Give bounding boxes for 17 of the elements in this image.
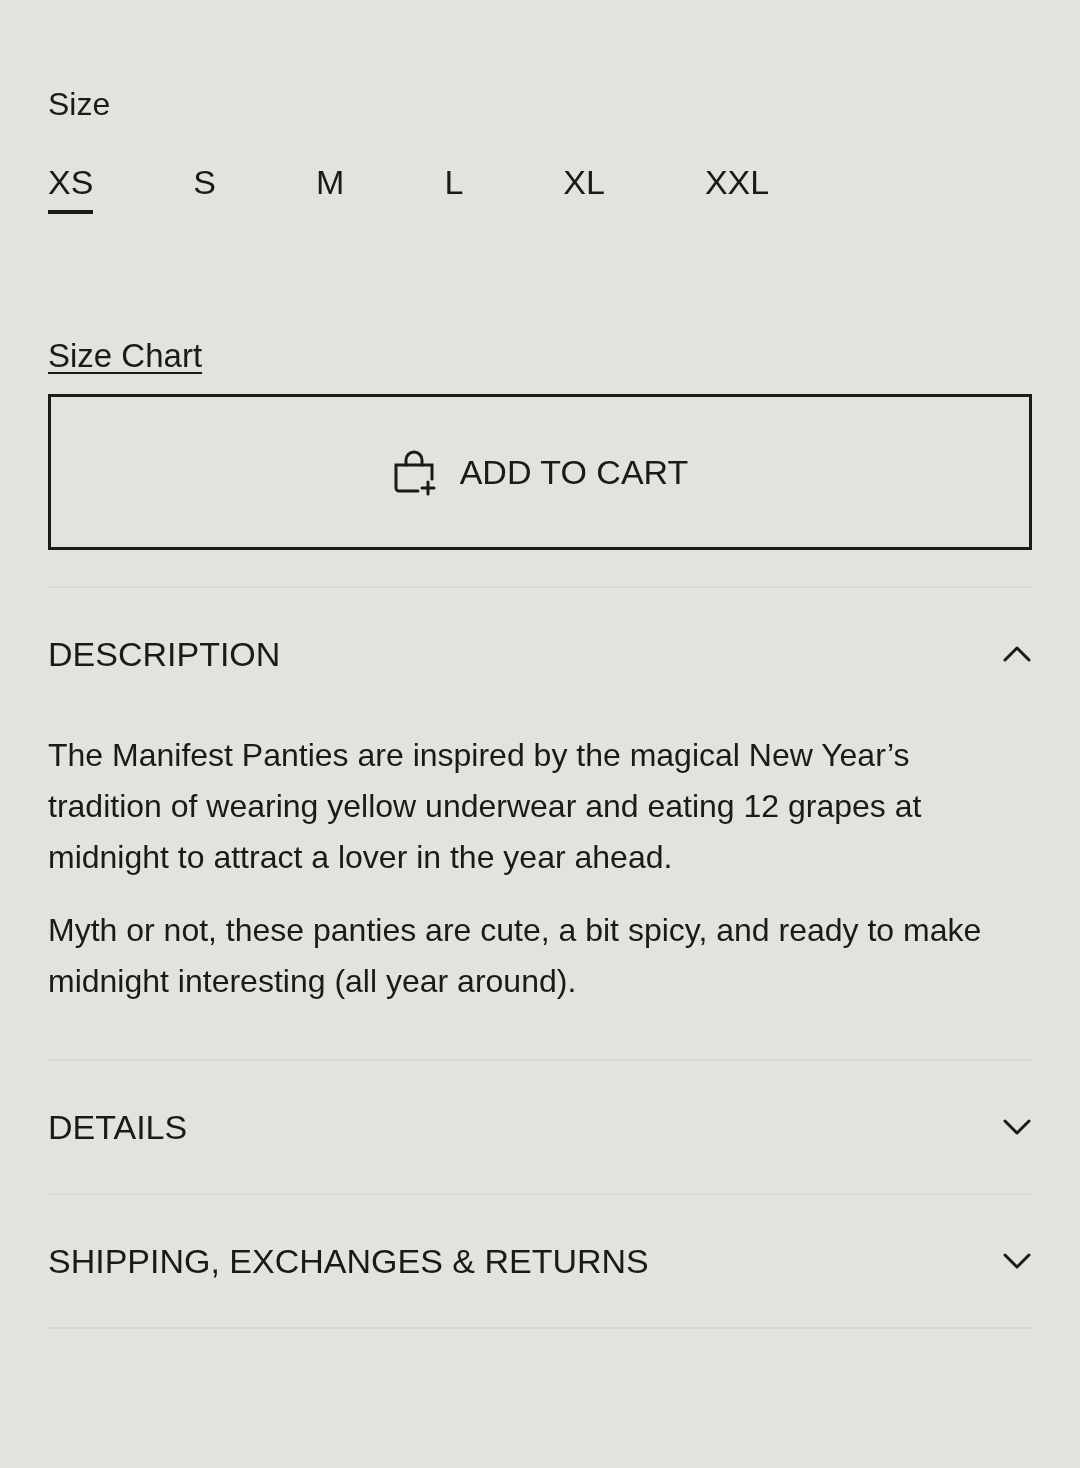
- size-option[interactable]: S: [193, 162, 217, 214]
- chevron-down-icon: [1002, 1118, 1032, 1136]
- chevron-up-icon: [1002, 645, 1032, 663]
- size-label: Size: [48, 85, 112, 124]
- size-option[interactable]: M: [316, 162, 345, 214]
- accordion-header[interactable]: SHIPPING, EXCHANGES & RETURNS: [48, 1195, 1032, 1327]
- size-option[interactable]: XXL: [704, 162, 770, 214]
- add-to-cart-button[interactable]: ADD TO CART: [48, 394, 1032, 550]
- description-paragraph: The Manifest Panties are inspired by the magical New Year’s tradition of wearing yellow underwear and eating 12 grapes at midnight to attract a lover in the year ahead.: [48, 736, 923, 877]
- chevron-down-icon: [1002, 1252, 1032, 1270]
- size-chart-link[interactable]: Size Chart: [48, 336, 203, 376]
- accordion-header[interactable]: DESCRIPTION: [48, 588, 1032, 720]
- size-option[interactable]: XL: [563, 162, 605, 214]
- accordion-header[interactable]: DETAILS: [48, 1061, 1032, 1193]
- description-paragraph: Myth or not, these panties are cute, a bit spicy, and ready to make midnight interesting (all year around).: [48, 911, 983, 1001]
- size-option[interactable]: XS: [48, 162, 94, 214]
- size-option[interactable]: L: [444, 162, 464, 214]
